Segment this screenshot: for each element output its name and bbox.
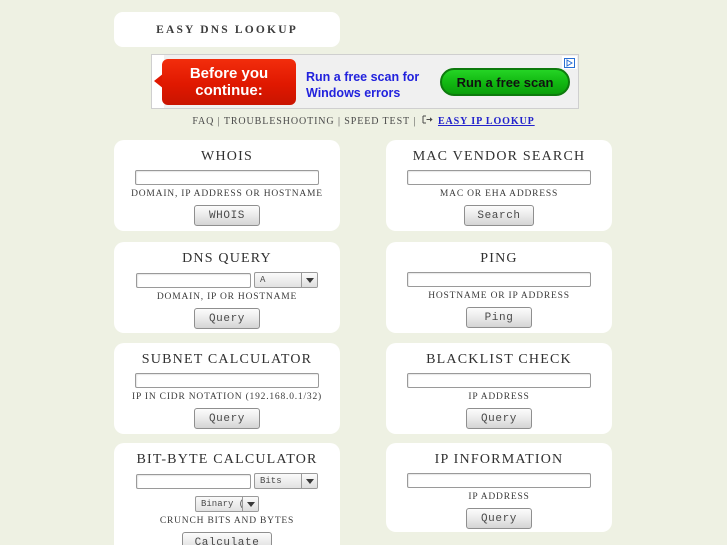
subnet-input[interactable]: [135, 373, 319, 388]
ad-callout-text: Before you continue:: [190, 65, 268, 99]
ping-input[interactable]: [407, 272, 591, 287]
ad-headline-line2: Windows errors: [306, 86, 401, 100]
dns-record-type-value: A: [260, 275, 266, 285]
panel-subnet-calculator: SUBNET CALCULATOR IP IN CIDR NOTATION (1…: [114, 343, 340, 434]
panel-ping-title: PING: [480, 251, 518, 266]
panel-blacklist-check: BLACKLIST CHECK IP ADDRESS Query: [386, 343, 612, 434]
panel-dns-query-input-row: A: [114, 272, 340, 288]
adchoices-triangle-icon[interactable]: [562, 56, 577, 69]
panel-mac-vendor-title: MAC VENDOR SEARCH: [412, 149, 586, 164]
site-header: EASY DNS LOOKUP: [114, 12, 340, 47]
panel-ip-information-caption: IP ADDRESS: [468, 492, 530, 502]
panel-ping-caption: HOSTNAME OR IP ADDRESS: [428, 291, 570, 301]
dns-query-submit-button[interactable]: Query: [194, 308, 260, 329]
panel-dns-query-title: DNS QUERY: [182, 251, 272, 266]
panel-blacklist-input-row: [386, 373, 612, 388]
panel-bit-byte-base-row: Binary (: [114, 493, 340, 512]
arrow-right-box-icon: [422, 115, 433, 127]
panel-subnet-title: SUBNET CALCULATOR: [141, 352, 313, 367]
panel-dns-query-caption: DOMAIN, IP OR HOSTNAME: [156, 292, 298, 302]
ad-cta-button[interactable]: Run a free scan: [440, 68, 570, 96]
bit-byte-base-value: Binary (: [201, 499, 242, 509]
panel-bit-byte-title: BIT-BYTE CALCULATOR: [136, 452, 318, 467]
panel-bit-byte-calculator: BIT-BYTE CALCULATOR Bits Binary ( CRUNCH…: [114, 443, 340, 545]
ad-callout-line2: continue:: [195, 82, 263, 99]
bit-byte-unit-value: Bits: [260, 476, 282, 486]
dns-query-input[interactable]: [136, 272, 251, 288]
panel-blacklist-title: BLACKLIST CHECK: [426, 352, 572, 367]
panel-ip-information: IP INFORMATION IP ADDRESS Query: [386, 443, 612, 532]
panel-blacklist-caption: IP ADDRESS: [468, 392, 530, 402]
panel-ip-information-title: IP INFORMATION: [434, 452, 564, 467]
panel-whois: WHOIS DOMAIN, IP ADDRESS OR HOSTNAME WHO…: [114, 140, 340, 231]
bit-byte-submit-button[interactable]: Calculate: [181, 532, 273, 545]
page-root: EASY DNS LOOKUP Before you continue: Run…: [0, 0, 727, 545]
bit-byte-input[interactable]: [136, 473, 251, 489]
ad-headline: Run a free scan for Windows errors: [306, 69, 446, 101]
panel-dns-query: DNS QUERY A DOMAIN, IP OR HOSTNAME Query: [114, 242, 340, 333]
ping-submit-button[interactable]: Ping: [466, 307, 532, 328]
panel-whois-input-row: [114, 170, 340, 185]
panel-mac-vendor-input-row: [386, 170, 612, 185]
chevron-down-icon[interactable]: [301, 474, 317, 488]
ad-callout-bubble: Before you continue:: [162, 59, 296, 105]
panel-mac-vendor-caption: MAC OR EHA ADDRESS: [439, 189, 559, 199]
nav-separator-2: |: [337, 115, 341, 127]
nav-separator-3: |: [413, 115, 417, 127]
panel-subnet-input-row: [114, 373, 340, 388]
blacklist-submit-button[interactable]: Query: [466, 408, 532, 429]
subnet-submit-button[interactable]: Query: [194, 408, 260, 429]
panel-mac-vendor-search: MAC VENDOR SEARCH MAC OR EHA ADDRESS Sea…: [386, 140, 612, 231]
nav-item-troubleshooting[interactable]: TROUBLESHOOTING: [224, 116, 335, 127]
chevron-down-icon[interactable]: [301, 273, 317, 287]
ad-callout-line1: Before you: [189, 65, 269, 82]
mac-vendor-submit-button[interactable]: Search: [464, 205, 534, 226]
panel-ip-information-input-row: [386, 473, 612, 488]
advertisement-banner[interactable]: Before you continue: Run a free scan for…: [151, 54, 579, 109]
bit-byte-base-select[interactable]: Binary (: [195, 496, 259, 512]
nav-item-faq[interactable]: FAQ: [192, 116, 214, 127]
bit-byte-unit-select[interactable]: Bits: [254, 473, 318, 489]
ip-information-input[interactable]: [407, 473, 591, 488]
whois-submit-button[interactable]: WHOIS: [194, 205, 260, 226]
panel-whois-caption: DOMAIN, IP ADDRESS OR HOSTNAME: [131, 189, 323, 199]
dns-record-type-select[interactable]: A: [254, 272, 318, 288]
chevron-down-icon[interactable]: [242, 497, 258, 511]
panel-ping: PING HOSTNAME OR IP ADDRESS Ping: [386, 242, 612, 333]
panel-bit-byte-caption: CRUNCH BITS AND BYTES: [159, 516, 295, 526]
page-title: EASY DNS LOOKUP: [156, 23, 298, 36]
whois-input[interactable]: [135, 170, 319, 185]
panel-ping-input-row: [386, 272, 612, 287]
panel-whois-title: WHOIS: [201, 149, 253, 164]
panel-subnet-caption: IP IN CIDR NOTATION (192.168.0.1/32): [132, 392, 322, 402]
blacklist-input[interactable]: [407, 373, 591, 388]
nav-link-easy-ip-lookup[interactable]: EASY IP LOOKUP: [438, 116, 535, 127]
nav-links: FAQ | TROUBLESHOOTING | SPEED TEST | EAS…: [0, 115, 727, 128]
nav-separator-1: |: [217, 115, 221, 127]
ip-information-submit-button[interactable]: Query: [466, 508, 532, 529]
ad-headline-line1: Run a free scan for: [306, 70, 420, 84]
panel-bit-byte-input-row: Bits: [114, 473, 340, 489]
mac-vendor-input[interactable]: [407, 170, 591, 185]
nav-item-speed-test[interactable]: SPEED TEST: [344, 116, 410, 127]
